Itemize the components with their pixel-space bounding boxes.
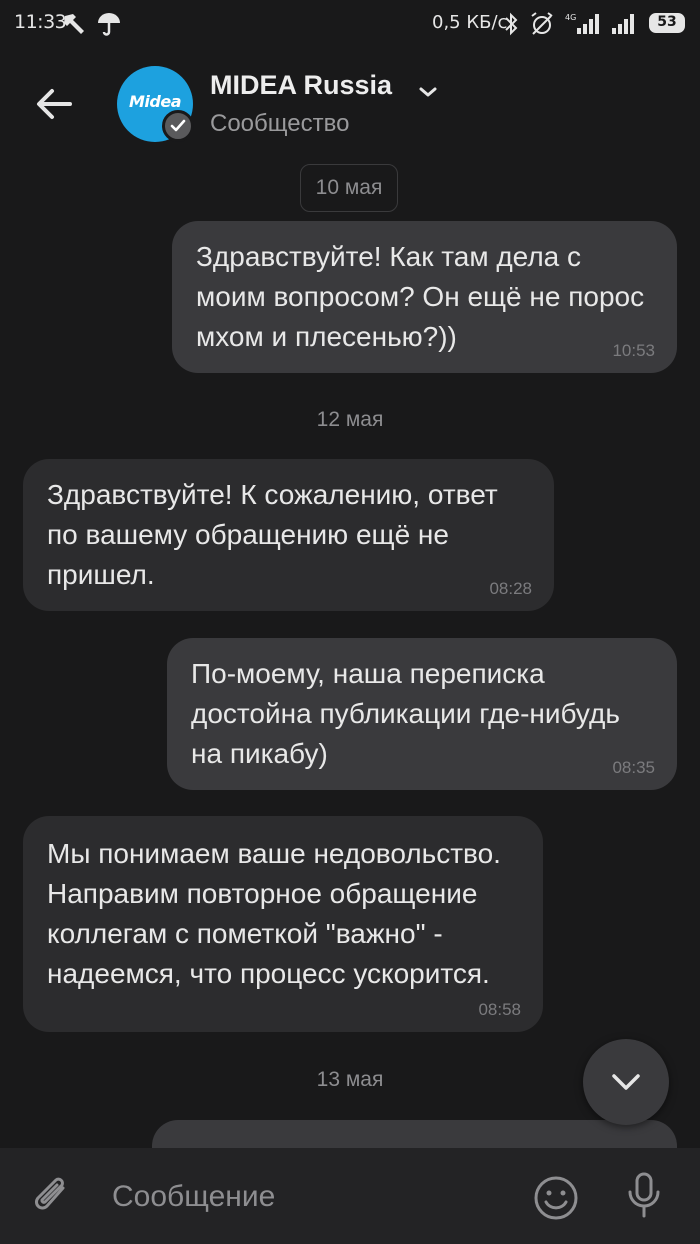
channel-name[interactable]: MIDEA Russia: [210, 70, 392, 101]
smiley-icon: [534, 1176, 578, 1220]
date-separator: 12 мая: [316, 408, 384, 431]
message-time: 08:35: [612, 758, 655, 777]
battery-indicator: 53: [649, 13, 685, 33]
scroll-to-bottom-button[interactable]: [583, 1039, 669, 1125]
arrow-left-icon: [37, 89, 72, 119]
message-time: 08:58: [478, 1000, 521, 1019]
message-time: 10:53: [612, 341, 655, 360]
signal-icon: [610, 10, 640, 38]
verified-badge: [162, 110, 194, 142]
alarm-off-icon: [528, 10, 556, 38]
message-time: 08:28: [489, 579, 532, 598]
date-separator: 10 мая: [300, 164, 398, 212]
voice-message-button[interactable]: [624, 1170, 664, 1226]
message-text: Здравствуйте! Как там дела с моим вопрос…: [196, 241, 645, 352]
signal-4g-icon: 4G: [565, 10, 605, 38]
message-text: Мы понимаем ваше недовольство. Направим …: [47, 838, 501, 989]
status-bar: 11:33 0,5 КБ/с 4G 53: [0, 0, 700, 48]
message-text: По-моему, наша переписка достойна публик…: [191, 658, 620, 769]
emoji-button[interactable]: [532, 1174, 580, 1226]
avatar-logo: Midea: [128, 92, 182, 111]
battery-level: 53: [657, 14, 677, 30]
message-composer: [0, 1148, 700, 1244]
bluetooth-icon: [502, 10, 530, 38]
message-incoming[interactable]: Мы понимаем ваше недовольство. Направим …: [23, 816, 543, 1032]
status-time: 11:33: [14, 11, 67, 33]
message-incoming[interactable]: Здравствуйте! К сожалению, ответ по ваше…: [23, 459, 554, 611]
message-outgoing[interactable]: По-моему, наша переписка достойна публик…: [167, 638, 677, 790]
chevron-down-icon[interactable]: [416, 80, 440, 108]
network-type-label: 4G: [565, 13, 576, 22]
back-button[interactable]: [28, 78, 80, 130]
network-speed: 0,5 КБ/с: [432, 12, 508, 33]
message-outgoing-partial[interactable]: [152, 1120, 677, 1148]
paperclip-icon: [35, 1177, 65, 1210]
check-icon: [170, 119, 186, 132]
chat-header: Midea MIDEA Russia Сообщество: [0, 48, 700, 158]
attach-button[interactable]: [30, 1174, 76, 1224]
hammer-icon: [60, 10, 88, 38]
message-input[interactable]: [110, 1174, 514, 1220]
umbrella-icon: [95, 10, 123, 38]
message-outgoing[interactable]: Здравствуйте! Как там дела с моим вопрос…: [172, 221, 677, 373]
chevron-down-icon: [612, 1074, 640, 1090]
message-list[interactable]: 10 мая Здравствуйте! Как там дела с моим…: [0, 158, 700, 1148]
channel-subtitle: Сообщество: [210, 110, 350, 137]
microphone-icon: [628, 1172, 660, 1218]
message-text: Здравствуйте! К сожалению, ответ по ваше…: [47, 479, 498, 590]
